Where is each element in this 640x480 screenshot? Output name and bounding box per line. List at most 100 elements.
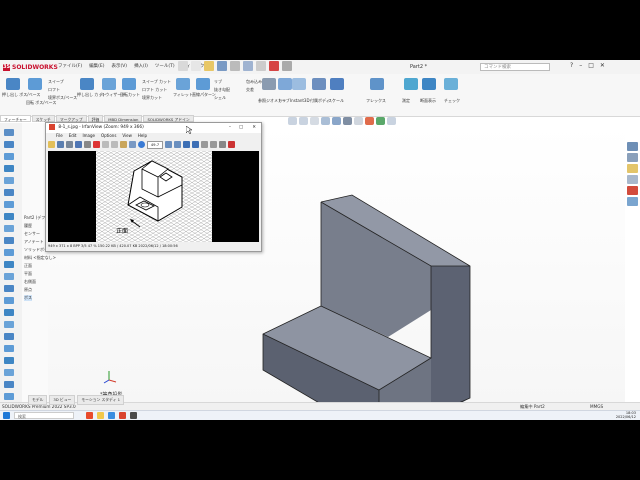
curves-icon[interactable]: [278, 78, 292, 90]
section-icon[interactable]: [4, 381, 14, 388]
rib-icon[interactable]: [4, 249, 14, 256]
mirror-icon[interactable]: [4, 285, 14, 292]
iv-close-icon[interactable]: ✕: [252, 123, 256, 133]
tab-3d-views[interactable]: 3D ビュー: [49, 395, 76, 405]
tab-mbd-dimension[interactable]: MBD Dimension: [104, 115, 143, 122]
tab-motion-study[interactable]: モーション スタディ 1: [77, 395, 124, 405]
print-icon[interactable]: [230, 61, 240, 71]
revolve-boss-icon[interactable]: [28, 78, 42, 90]
measure-icon[interactable]: [404, 78, 418, 90]
sweep-cut-label[interactable]: スイープ カット: [142, 79, 171, 85]
rebuild-icon[interactable]: [269, 61, 279, 71]
open-folder-icon[interactable]: [48, 141, 55, 148]
revolve-cut-icon[interactable]: [122, 78, 136, 90]
home-icon[interactable]: [178, 61, 188, 71]
tree-item-material[interactable]: 材料 <指定なし>: [24, 255, 56, 261]
hide-show-icon[interactable]: [354, 117, 363, 125]
hole-wizard-icon[interactable]: [102, 78, 116, 90]
cut-icon[interactable]: [4, 189, 14, 196]
tree-item-origin[interactable]: 原点: [24, 287, 32, 293]
tree-item-top-plane[interactable]: 平面: [24, 271, 32, 277]
scene-icon[interactable]: [376, 117, 385, 125]
pattern-icon[interactable]: [4, 273, 14, 280]
revolve-icon[interactable]: [4, 153, 14, 160]
custom-properties-icon[interactable]: [627, 197, 638, 206]
design-library-icon[interactable]: [627, 153, 638, 162]
irfanview-info-icon[interactable]: [228, 141, 235, 148]
point-icon[interactable]: [4, 321, 14, 328]
paste-icon[interactable]: [120, 141, 127, 148]
zoom-in-icon[interactable]: [165, 141, 172, 148]
wrap-label[interactable]: 包み込み: [246, 79, 262, 85]
dimension-icon[interactable]: [4, 345, 14, 352]
previous-view-icon[interactable]: [310, 117, 319, 125]
file-explorer-icon[interactable]: [627, 164, 638, 173]
edge-taskbar-icon[interactable]: [108, 412, 115, 419]
settings-icon[interactable]: [219, 141, 226, 148]
iv-menu-view[interactable]: View: [122, 133, 132, 139]
cut-icon[interactable]: [102, 141, 109, 148]
section-view-icon[interactable]: [422, 78, 436, 90]
iv-maximize-icon[interactable]: □: [239, 123, 243, 133]
zoom-area-icon[interactable]: [299, 117, 308, 125]
tree-item-annotations[interactable]: アノテート: [24, 239, 44, 245]
boundary-cut-label[interactable]: 境界カット: [142, 95, 162, 101]
iv-menu-options[interactable]: Options: [101, 133, 116, 139]
file-explorer-taskbar-icon[interactable]: [97, 412, 104, 419]
open-icon[interactable]: [204, 61, 214, 71]
draft-icon[interactable]: [4, 261, 14, 268]
iv-menu-image[interactable]: Image: [82, 133, 95, 139]
appearances-icon[interactable]: [627, 186, 638, 195]
draft-label[interactable]: 抜き勾配: [214, 87, 230, 93]
instant3d-icon[interactable]: [292, 78, 306, 90]
flex-icon[interactable]: [370, 78, 384, 90]
loft-cut-label[interactable]: ロフト カット: [142, 87, 167, 93]
tree-item-front-plane[interactable]: 正面: [24, 263, 32, 269]
extrude-icon[interactable]: [4, 141, 14, 148]
minimize-icon[interactable]: –: [579, 62, 582, 69]
undo-icon[interactable]: [243, 61, 253, 71]
edit-appearance-icon[interactable]: [365, 117, 374, 125]
tab-model[interactable]: モデル: [28, 395, 48, 405]
section-view-icon[interactable]: [321, 117, 330, 125]
next-icon[interactable]: [192, 141, 199, 148]
extrude-boss-icon[interactable]: [6, 78, 20, 90]
check-icon[interactable]: [444, 78, 458, 90]
sweep-label[interactable]: スイープ: [48, 79, 64, 85]
menu-view[interactable]: 表示(V): [111, 63, 127, 69]
rib-label[interactable]: リブ: [214, 79, 222, 85]
tab-evaluate[interactable]: 評価: [87, 115, 104, 122]
zoom-out-icon[interactable]: [174, 141, 181, 148]
clock[interactable]: 18:03 2022/06/12: [602, 411, 636, 419]
taskbar-search-input[interactable]: 検索: [14, 412, 74, 419]
attached-body-icon[interactable]: [312, 78, 326, 90]
new-icon[interactable]: [191, 61, 201, 71]
undo-icon[interactable]: [129, 141, 136, 148]
loft-icon[interactable]: [4, 177, 14, 184]
view-settings-icon[interactable]: [387, 117, 396, 125]
relation-icon[interactable]: [4, 357, 14, 364]
view-palette-icon[interactable]: [627, 175, 638, 184]
hole-icon[interactable]: [4, 201, 14, 208]
iv-minimize-icon[interactable]: –: [229, 123, 231, 133]
resources-icon[interactable]: [627, 142, 638, 151]
view-orientation-icon[interactable]: [332, 117, 341, 125]
image-canvas[interactable]: 正面: [48, 151, 259, 242]
tree-item-right-plane[interactable]: 右側面: [24, 279, 36, 285]
zoom-to-fit-icon[interactable]: [288, 117, 297, 125]
info-icon[interactable]: [138, 141, 145, 148]
select-icon[interactable]: [256, 61, 266, 71]
shell-label[interactable]: シェル: [214, 95, 226, 101]
shell-icon[interactable]: [4, 237, 14, 244]
chamfer-icon[interactable]: [4, 225, 14, 232]
irfanview-taskbar-icon[interactable]: [119, 412, 126, 419]
l-bracket-model[interactable]: [255, 140, 485, 420]
fillet-icon[interactable]: [4, 213, 14, 220]
tab-sketch[interactable]: スケッチ: [31, 115, 55, 122]
rotate-left-icon[interactable]: [201, 141, 208, 148]
save-icon[interactable]: [75, 141, 82, 148]
fillet-icon[interactable]: [176, 78, 190, 90]
tree-item-boss[interactable]: ボス: [24, 295, 32, 301]
menu-tools[interactable]: ツール(T): [155, 63, 175, 69]
material-icon[interactable]: [4, 393, 14, 400]
